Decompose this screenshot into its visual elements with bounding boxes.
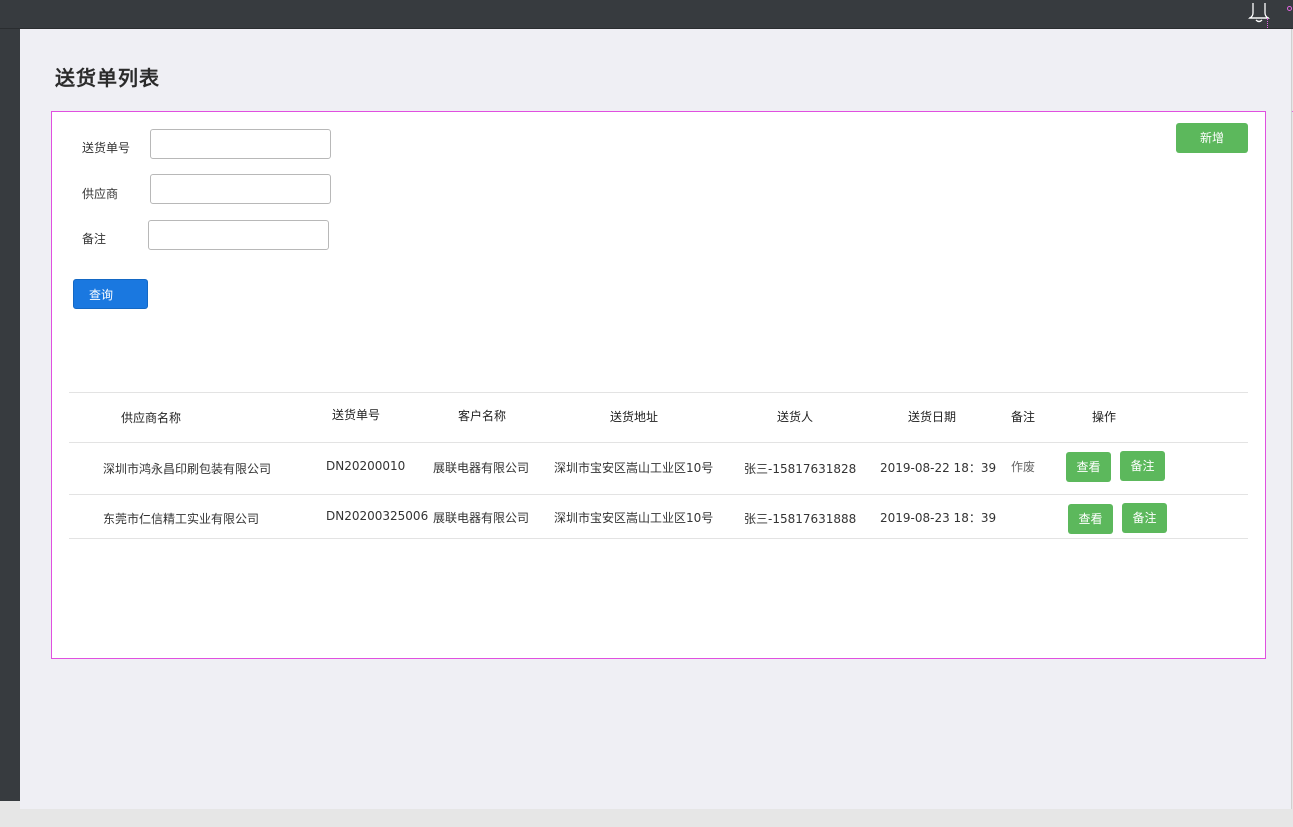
cell-order-no: DN20200325006 [326,509,429,523]
cell-deliverer: 张三-15817631888 [744,512,857,526]
view-button[interactable]: 查看 [1068,504,1113,534]
view-button[interactable]: 查看 [1066,452,1111,482]
cell-customer: 展联电器有限公司 [433,511,530,525]
cell-date: 2019-08-22 18：39 [880,461,997,475]
header-remark: 备注 [1011,410,1036,424]
top-bar [0,0,1293,29]
selection-handle [1287,6,1292,11]
order-no-input[interactable] [150,129,331,159]
table-divider [69,392,1248,393]
cell-address: 深圳市宝安区嵩山工业区10号 [554,461,714,475]
cell-address: 深圳市宝安区嵩山工业区10号 [554,511,714,525]
header-actions: 操作 [1092,410,1117,424]
cell-customer: 展联电器有限公司 [433,461,530,475]
order-no-label: 送货单号 [82,141,131,155]
bottom-scrollbar[interactable] [0,809,1293,827]
note-button[interactable]: 备注 [1120,451,1165,481]
header-supplier: 供应商名称 [121,411,182,425]
table-divider [69,538,1248,539]
table-divider [69,494,1248,495]
supplier-input[interactable] [150,174,331,204]
header-deliverer: 送货人 [777,410,814,424]
supplier-label: 供应商 [82,187,119,201]
query-button[interactable]: 查询 [73,279,148,309]
remark-input[interactable] [148,220,329,250]
cell-date: 2019-08-23 18：39 [880,511,997,525]
cell-order-no: DN20200010 [326,459,406,473]
sidebar [0,29,20,801]
bell-icon[interactable] [1246,0,1272,24]
remark-label: 备注 [82,232,107,246]
header-order-no: 送货单号 [332,408,381,422]
header-address: 送货地址 [610,410,659,424]
add-button[interactable]: 新增 [1176,123,1248,153]
header-date: 送货日期 [908,410,957,424]
cell-deliverer: 张三-15817631828 [744,462,857,476]
cell-supplier: 东莞市仁信精工实业有限公司 [103,512,260,526]
main-content: 送货单列表 送货单号 供应商 备注 查询 新增 供应商名称 送货单号 客户名称 … [20,29,1292,809]
note-button[interactable]: 备注 [1122,503,1167,533]
cell-remark: 作废 [1011,460,1036,474]
table-divider [69,442,1248,443]
list-panel: 送货单号 供应商 备注 查询 新增 供应商名称 送货单号 客户名称 送货地址 送… [51,111,1266,659]
page-title: 送货单列表 [55,66,160,90]
cell-supplier: 深圳市鸿永昌印刷包装有限公司 [103,462,272,476]
header-customer: 客户名称 [458,409,507,423]
